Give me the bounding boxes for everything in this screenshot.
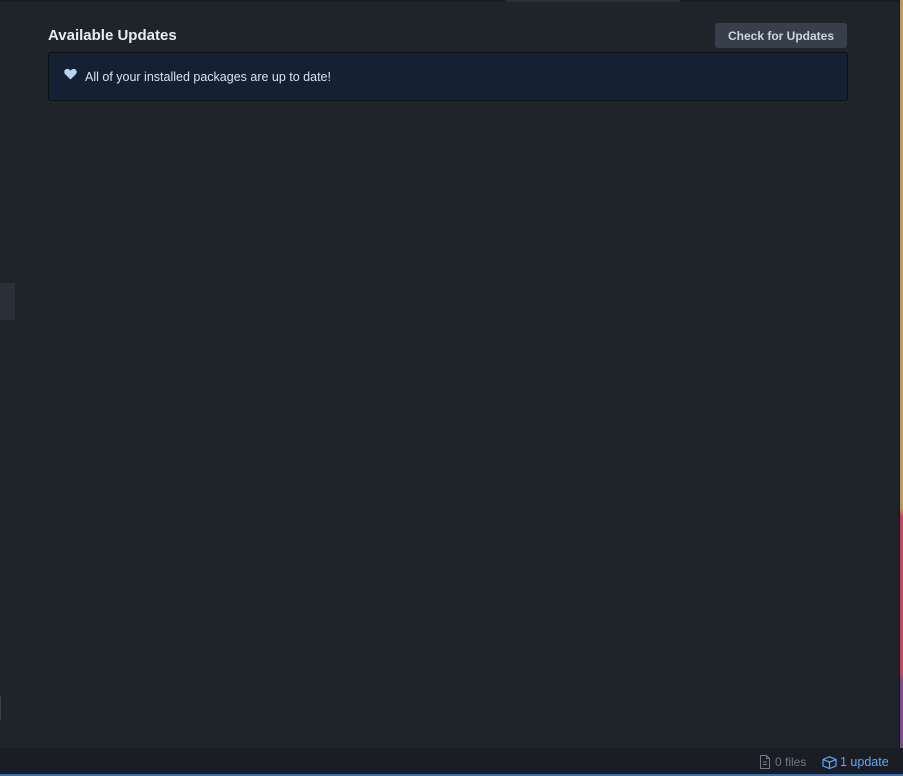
package-icon <box>822 755 837 769</box>
right-divider <box>899 0 900 748</box>
up-to-date-message: All of your installed packages are up to… <box>85 70 331 84</box>
up-to-date-notice: All of your installed packages are up to… <box>48 52 848 101</box>
update-count: 1 update <box>840 755 889 769</box>
file-icon <box>759 755 771 769</box>
status-bar: 0 files 1 update <box>0 748 903 776</box>
check-for-updates-button[interactable]: Check for Updates <box>715 23 847 48</box>
status-files[interactable]: 0 files <box>759 755 806 769</box>
page-title: Available Updates <box>48 27 177 44</box>
status-update-link[interactable]: 1 update <box>822 755 889 769</box>
files-count: 0 files <box>775 755 807 769</box>
active-tab-indicator <box>505 0 680 2</box>
left-resize-handle[interactable] <box>0 696 1 720</box>
top-tab-strip <box>0 0 903 2</box>
heart-icon <box>64 68 77 80</box>
left-dock-toggle[interactable] <box>0 283 15 320</box>
